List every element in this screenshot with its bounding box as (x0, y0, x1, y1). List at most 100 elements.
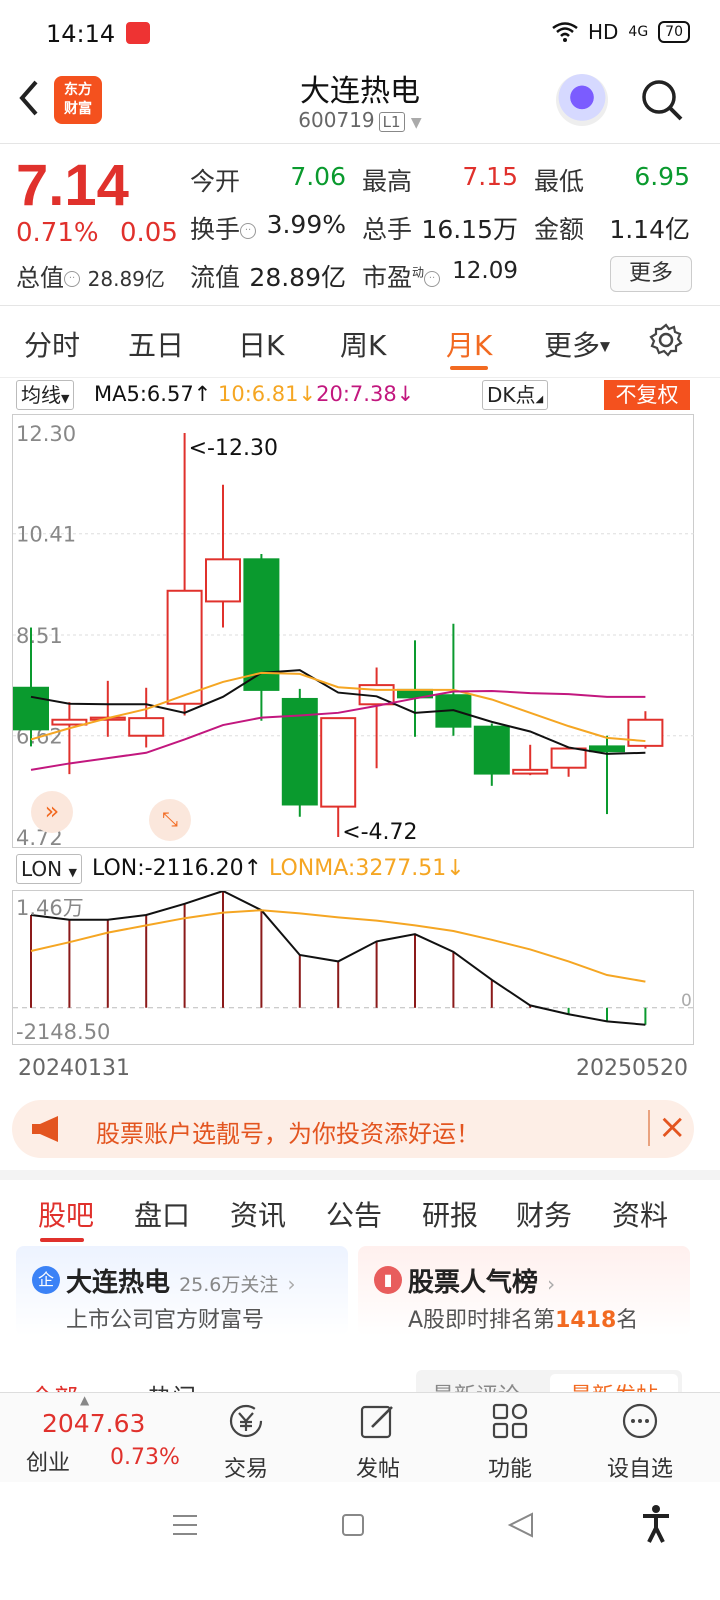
tab-order-book[interactable]: 盘口 (134, 1194, 190, 1234)
turnover-label: 换手 ·· (190, 210, 257, 246)
wifi-icon (552, 22, 578, 42)
gear-icon (649, 323, 683, 357)
yen-icon (229, 1404, 263, 1438)
more-quote-button[interactable]: 更多 (610, 256, 692, 292)
tab-intraday[interactable]: 分时 (24, 324, 80, 364)
open-value: 7.06 (290, 162, 346, 191)
close-banner-button[interactable]: × (648, 1110, 687, 1146)
status-time: 14:14 (46, 20, 116, 48)
nav-post[interactable]: 发帖 (338, 1401, 418, 1483)
y-tick-label: 10.41 (16, 523, 76, 547)
company-account-card[interactable]: 企 大连热电 25.6万关注 › 上市公司官方财富号 (16, 1246, 348, 1336)
signal-icon: 4G (628, 24, 649, 40)
ma20-value: 20:7.38↓ (316, 382, 415, 406)
chart-period-tabs: 分时 五日 日K 周K 月K 更多▼ (0, 306, 720, 378)
tab-weekly-k[interactable]: 周K (340, 324, 386, 364)
candle-body (51, 718, 88, 726)
network-type: HD (587, 20, 619, 44)
rank-card-subtitle: A股即时排名第1418名 (408, 1308, 639, 1333)
ma10-value: 10:6.81↓ (217, 382, 317, 406)
status-bar: 14:14 HD 4G 70 (0, 0, 720, 64)
tab-financials[interactable]: 财务 (516, 1194, 572, 1234)
index-name: 创业 (26, 1451, 71, 1476)
y-tick-label: 8.51 (16, 624, 63, 648)
apps-icon (492, 1403, 528, 1439)
info-tabs: 股吧 盘口 资讯 公告 研报 财务 资料 (0, 1170, 720, 1242)
lon-y-tick-max: 1.46万 (16, 896, 84, 920)
lon-values: LON:-2116.20↑ LONMA:3277.51↓ (92, 856, 465, 881)
stock-code: 600719 (298, 108, 375, 132)
caret-down-icon: ▼ (410, 115, 422, 131)
x-axis-start-date: 20240131 (18, 1056, 130, 1081)
active-tab-indicator (450, 366, 488, 370)
low-value: 6.95 (634, 162, 690, 191)
chart-settings-button[interactable] (648, 322, 684, 358)
chevron-right-icon: › (287, 1272, 296, 1296)
dk-point-select[interactable]: DK点◢ (482, 380, 549, 410)
kline-chart[interactable]: 12.30 10.41 8.51 6.62 4.72 <-12.30 <-4.72 » ⤡ (12, 414, 695, 849)
info-icon[interactable]: ·· (424, 271, 441, 287)
tab-research[interactable]: 研报 (422, 1194, 478, 1234)
double-chevron-right-icon: » (44, 797, 60, 825)
zero-label: 0 (681, 991, 692, 1011)
tab-five-day[interactable]: 五日 (128, 324, 184, 364)
company-card-subtitle: 上市公司官方财富号 (66, 1308, 265, 1333)
promo-banner[interactable]: 股票账户选靓号，为你投资添好运！ × (12, 1100, 694, 1158)
tab-news[interactable]: 资讯 (230, 1194, 286, 1234)
nav-add-watchlist[interactable]: 设自选 (600, 1401, 680, 1483)
candle-body (205, 558, 241, 603)
tab-more-periods[interactable]: 更多▼ (544, 324, 610, 364)
fullscreen-icon: ⤡ (162, 807, 178, 831)
search-button[interactable] (640, 78, 684, 122)
change-percent: 0.71% (16, 218, 99, 248)
lon-y-tick-min: -2148.50 (16, 1020, 110, 1044)
back-triangle-icon[interactable] (506, 1510, 536, 1540)
candle-body (166, 589, 203, 705)
more-icon (622, 1403, 658, 1439)
expand-left-button[interactable]: » (31, 791, 73, 833)
ma-values: MA5:6.57↑ 10:6.81↓20:7.38↓ (94, 382, 414, 406)
pe-value: 12.09 (452, 258, 518, 284)
accessibility-icon[interactable] (640, 1504, 672, 1544)
nav-functions[interactable]: 功能 (470, 1401, 550, 1483)
company-card-title: 大连热电 25.6万关注 › (66, 1268, 296, 1298)
popularity-rank-card[interactable]: ▮ 股票人气榜 › A股即时排名第1418名 (358, 1246, 690, 1336)
info-icon[interactable]: ·· (64, 271, 80, 287)
pe-label: 市盈动 ·· (362, 258, 441, 294)
ma-indicator-bar: 均线▼ MA5:6.57↑ 10:6.81↓20:7.38↓ DK点◢ 不复权 (0, 378, 720, 412)
high-label: 最高 (362, 167, 413, 196)
active-tab-indicator (40, 1238, 84, 1242)
lon-value: LON:-2116.20↑ (92, 856, 263, 881)
index-value[interactable]: 2047.63 (42, 1409, 145, 1438)
followers-count: 25.6万关注 (179, 1274, 279, 1296)
tab-daily-k[interactable]: 日K (238, 324, 284, 364)
lon-chart[interactable]: 0 1.46万 -2148.50 (12, 890, 695, 1045)
ma-select[interactable]: 均线▼ (16, 380, 75, 410)
home-icon[interactable] (340, 1512, 366, 1538)
candle-body (128, 717, 165, 737)
fullscreen-button[interactable]: ⤡ (149, 799, 191, 841)
x-axis-end-date: 20250520 (576, 1056, 688, 1081)
stock-code-row[interactable]: 600719 L1 ▼ (0, 108, 720, 132)
stock-name: 大连热电 (300, 74, 420, 109)
menu-icon[interactable] (170, 1512, 200, 1538)
tab-forum[interactable]: 股吧 (38, 1194, 94, 1234)
open-label: 今开 (190, 167, 241, 196)
change-amount: 0.05 (120, 218, 178, 248)
volume-label: 总手 (362, 215, 413, 244)
bar-chart-icon: ▮ (374, 1266, 402, 1294)
candle-body (627, 718, 664, 747)
candle-body (512, 768, 549, 775)
lon-select[interactable]: LON ▼ (16, 854, 82, 884)
no-adjust-button[interactable]: 不复权 (604, 380, 690, 410)
ai-assistant-avatar[interactable] (556, 74, 608, 126)
bottom-nav: ▲ 2047.63 创业 0.73% 交易 发帖 功能 设自选 (0, 1392, 720, 1482)
tab-profile[interactable]: 资料 (612, 1194, 668, 1234)
total-value-row: 总值 ·· 28.89亿 (16, 258, 165, 293)
nav-trade[interactable]: 交易 (206, 1401, 286, 1483)
info-icon[interactable]: ·· (240, 223, 257, 239)
tab-monthly-k[interactable]: 月K (446, 324, 492, 364)
tab-announcements[interactable]: 公告 (326, 1194, 382, 1234)
kline-svg: 12.3010.418.516.624.72<-12.30<-4.72 (13, 422, 695, 849)
quote-panel: 7.14 0.71% 0.05 总值 ·· 28.89亿 今开 7.06 最高 7… (0, 144, 720, 306)
